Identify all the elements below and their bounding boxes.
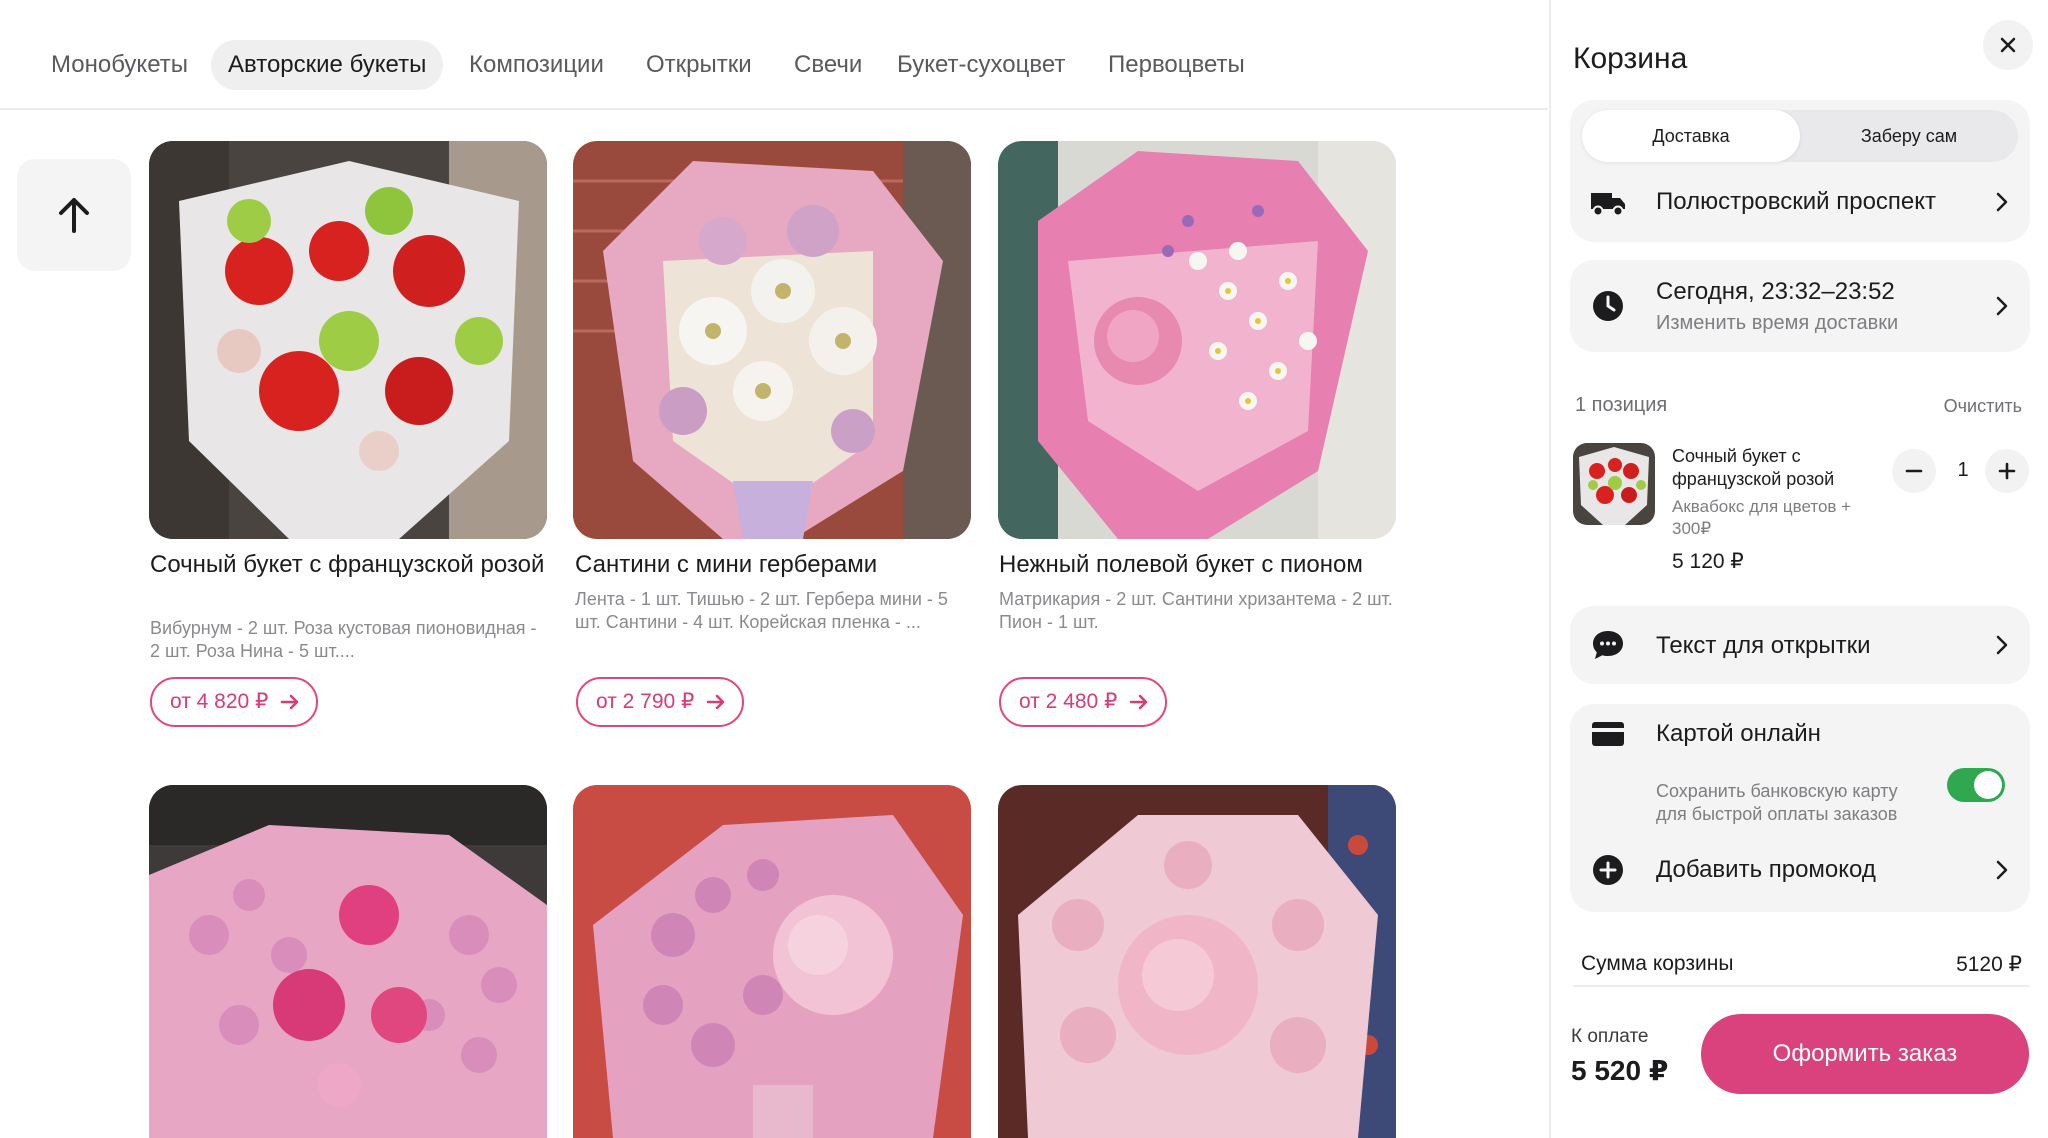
category-tab-spring-flowers[interactable]: Первоцветы bbox=[1108, 40, 1245, 90]
chevron-right-icon bbox=[1996, 192, 2008, 212]
category-bar: Монобукеты Авторские букеты Композиции О… bbox=[0, 0, 1548, 110]
bouquet-photo bbox=[998, 141, 1396, 539]
category-tab-author-bouquets[interactable]: Авторские букеты bbox=[211, 40, 444, 90]
delivery-box: Доставка Заберу сам Полюстровский проспе… bbox=[1570, 100, 2030, 242]
product-name[interactable]: Сочный букет с французской розой bbox=[150, 551, 548, 579]
cart-sum-label: Сумма корзины bbox=[1581, 952, 1734, 975]
product-image[interactable] bbox=[998, 141, 1396, 539]
category-tab-cards[interactable]: Открытки bbox=[646, 40, 752, 90]
change-time-hint: Изменить время доставки bbox=[1656, 312, 1899, 334]
arrow-right-icon bbox=[707, 694, 725, 710]
quantity-decrease-button[interactable] bbox=[1892, 449, 1936, 493]
close-button[interactable] bbox=[1983, 20, 2033, 70]
category-tab-compositions[interactable]: Композиции bbox=[469, 40, 604, 90]
minus-icon bbox=[1905, 469, 1923, 473]
delivery-time-row[interactable]: Сегодня, 23:32–23:52 Изменить время дост… bbox=[1570, 260, 2030, 352]
truck-icon bbox=[1588, 183, 1628, 223]
product-image[interactable] bbox=[573, 785, 971, 1138]
category-tab-dried-flowers[interactable]: Букет-сухоцвет bbox=[897, 40, 1065, 90]
delivery-mode-switch: Доставка Заберу сам bbox=[1582, 110, 2018, 162]
chevron-right-icon bbox=[1996, 296, 2008, 316]
cart-panel: Корзина Доставка Заберу сам Полюстровски… bbox=[1549, 0, 2048, 1138]
product-image[interactable] bbox=[149, 141, 547, 539]
price-label: от 2 790 ₽ bbox=[596, 690, 695, 713]
bouquet-photo bbox=[998, 785, 1396, 1138]
bouquet-photo bbox=[573, 785, 971, 1138]
product-description: Лента - 1 шт. Тишью - 2 шт. Гербера мини… bbox=[575, 589, 948, 632]
address-row[interactable]: Полюстровский проспект bbox=[1570, 170, 2030, 236]
delivery-time: Сегодня, 23:32–23:52 bbox=[1656, 278, 1895, 305]
payment-box: Картой онлайн Сохранить банковскую карту… bbox=[1570, 704, 2030, 912]
to-pay-label: К оплате bbox=[1571, 1026, 1649, 1047]
cart-title: Корзина bbox=[1573, 42, 1688, 75]
plus-icon bbox=[1998, 462, 2016, 480]
arrow-right-icon bbox=[1130, 694, 1148, 710]
scroll-top-button[interactable] bbox=[17, 159, 131, 271]
price-button[interactable]: от 2 790 ₽ bbox=[576, 677, 745, 727]
product-description: Матрикария - 2 шт. Сантини хризантема - … bbox=[999, 589, 1393, 632]
chat-bubble-icon bbox=[1588, 625, 1628, 665]
price-button[interactable]: от 4 820 ₽ bbox=[150, 677, 319, 727]
category-tab-candles[interactable]: Свечи bbox=[794, 40, 862, 90]
positions-count: 1 позиция bbox=[1575, 394, 1668, 416]
product-name[interactable]: Нежный полевой букет с пионом bbox=[999, 551, 1397, 579]
product-image[interactable] bbox=[998, 785, 1396, 1138]
cart-item-image bbox=[1573, 443, 1655, 525]
bouquet-photo bbox=[573, 141, 971, 539]
chevron-right-icon bbox=[1996, 635, 2008, 655]
cart-item-name: Сочный букет с французской розой bbox=[1672, 446, 1835, 489]
close-icon bbox=[2000, 37, 2016, 53]
card-text-label: Текст для открытки bbox=[1656, 632, 1871, 659]
product-name[interactable]: Сантини с мини герберами bbox=[575, 551, 973, 579]
category-tab-monobouquets[interactable]: Монобукеты bbox=[51, 40, 188, 90]
tab-delivery[interactable]: Доставка bbox=[1582, 110, 1800, 162]
cart-item-addon: Аквабокс для цветов + 300₽ bbox=[1672, 497, 1852, 538]
payment-method-row[interactable]: Картой онлайн bbox=[1570, 704, 2030, 764]
address-text: Полюстровский проспект bbox=[1656, 188, 1937, 215]
divider bbox=[1573, 985, 2029, 987]
arrow-right-icon bbox=[281, 694, 299, 710]
save-card-toggle[interactable] bbox=[1947, 768, 2005, 802]
payment-method: Картой онлайн bbox=[1656, 720, 1821, 747]
promo-row[interactable]: Добавить промокод bbox=[1570, 840, 2030, 900]
tab-pickup[interactable]: Заберу сам bbox=[1800, 110, 2018, 162]
chevron-right-icon bbox=[1996, 860, 2008, 880]
product-image[interactable] bbox=[149, 785, 547, 1138]
clock-icon bbox=[1588, 286, 1628, 326]
bouquet-photo bbox=[149, 141, 547, 539]
cart-item-price: 5 120 ₽ bbox=[1672, 550, 1744, 573]
card-text-row[interactable]: Текст для открытки bbox=[1570, 606, 2030, 684]
product-image[interactable] bbox=[573, 141, 971, 539]
price-label: от 4 820 ₽ bbox=[170, 690, 269, 713]
cart-sum-value: 5120 ₽ bbox=[1956, 953, 2022, 976]
arrow-up-icon bbox=[59, 198, 89, 233]
to-pay-total: 5 520 ₽ bbox=[1571, 1055, 1669, 1086]
quantity-increase-button[interactable] bbox=[1985, 449, 2029, 493]
place-order-button[interactable]: Оформить заказ bbox=[1701, 1014, 2029, 1094]
promo-label: Добавить промокод bbox=[1656, 856, 1876, 883]
bouquet-photo bbox=[149, 785, 547, 1138]
clear-cart-link[interactable]: Очистить bbox=[1944, 396, 2022, 417]
price-label: от 2 480 ₽ bbox=[1019, 690, 1118, 713]
price-button[interactable]: от 2 480 ₽ bbox=[999, 677, 1168, 727]
save-card-label: Сохранить банковскую карту для быстрой о… bbox=[1656, 781, 1898, 824]
credit-card-icon bbox=[1588, 714, 1628, 754]
product-description: Вибурнум - 2 шт. Роза кустовая пионовидн… bbox=[150, 618, 537, 661]
plus-circle-icon bbox=[1588, 850, 1628, 890]
quantity-value: 1 bbox=[1957, 459, 1969, 481]
